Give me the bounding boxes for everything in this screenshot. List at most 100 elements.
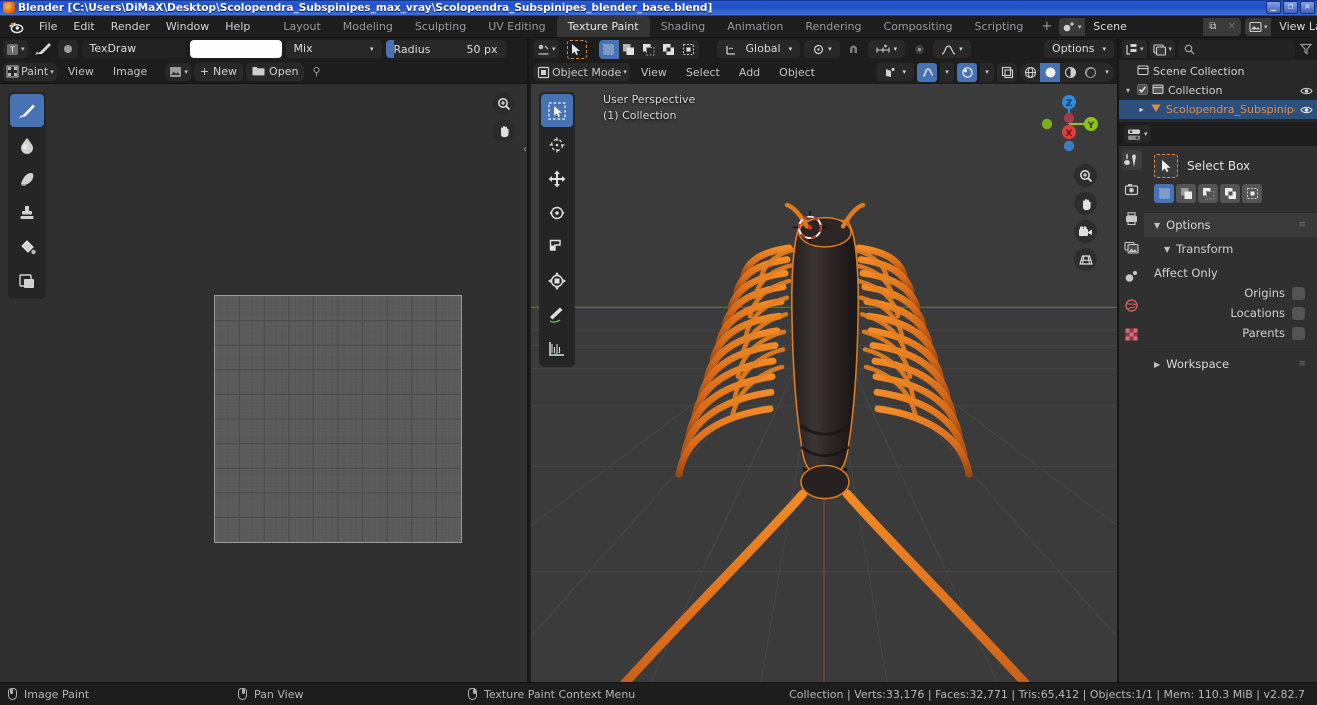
open-image-button[interactable]: Open	[246, 62, 305, 81]
move-tool[interactable]	[541, 162, 573, 195]
soften-tool[interactable]	[10, 128, 44, 161]
rendered-shading-button[interactable]	[1080, 63, 1100, 82]
scene-selector[interactable]: ▾ Scene ⧉ ✕	[1059, 17, 1242, 36]
gizmo-toggle-button[interactable]	[957, 62, 977, 82]
add-workspace-button[interactable]: +	[1034, 17, 1059, 36]
scene-icon[interactable]: ▾	[1059, 17, 1086, 36]
xray-toggle-button[interactable]	[917, 62, 937, 82]
fill-tool[interactable]	[10, 230, 44, 263]
visibility-dropdown[interactable]: ▾	[876, 63, 914, 81]
scene-tab[interactable]	[1122, 266, 1142, 286]
options-panel-header[interactable]: ▼ Options ≡	[1144, 212, 1317, 237]
rotate-tool[interactable]	[541, 196, 573, 229]
workspace-tab-rendering[interactable]: Rendering	[794, 16, 872, 37]
remove-scene-button[interactable]: ✕	[1222, 17, 1242, 36]
outliner-display-mode[interactable]: ▾	[1149, 40, 1176, 58]
camera-icon[interactable]	[1074, 220, 1097, 243]
collection-checkbox[interactable]	[1137, 83, 1148, 98]
workspace-tab-animation[interactable]: Animation	[716, 16, 794, 37]
viewport-menu-object[interactable]: Object	[771, 63, 823, 82]
mask-tool[interactable]	[10, 264, 44, 297]
transform-tool[interactable]	[541, 264, 573, 297]
workspace-tab-sculpting[interactable]: Sculpting	[404, 16, 477, 37]
blender-logo-icon[interactable]	[8, 19, 24, 35]
select-box-tool[interactable]	[541, 94, 573, 127]
wireframe-shading-button[interactable]	[1020, 63, 1040, 82]
disclosure-triangle-icon[interactable]: ▾	[1123, 86, 1133, 95]
maximize-button[interactable]: ❐	[1283, 1, 1298, 14]
locations-checkbox-row[interactable]: Locations	[1144, 303, 1317, 323]
material-preview-button[interactable]	[1060, 63, 1080, 82]
workspace-tab-compositing[interactable]: Compositing	[873, 16, 964, 37]
menu-edit[interactable]: Edit	[65, 17, 102, 36]
blend-mode-dropdown[interactable]: Mix ▾	[285, 40, 382, 58]
outliner-search-input[interactable]	[1178, 40, 1295, 58]
select-intersect-button[interactable]	[679, 40, 699, 59]
clone-tool[interactable]	[10, 196, 44, 229]
select-intersect-button[interactable]	[1242, 184, 1262, 203]
pan-icon[interactable]	[492, 119, 515, 142]
cursor-tool[interactable]	[541, 128, 573, 161]
tool-tab[interactable]	[1121, 150, 1142, 170]
view-layer-name[interactable]: View Layer	[1271, 17, 1317, 36]
solid-shading-button[interactable]	[1040, 62, 1060, 82]
select-extend-button[interactable]	[619, 40, 639, 59]
transform-orientation-dropdown[interactable]: Global ▾	[716, 40, 801, 58]
select-set-button[interactable]	[598, 39, 619, 59]
workspace-tab-modeling[interactable]: Modeling	[332, 16, 404, 37]
workspace-tab-layout[interactable]: Layout	[272, 16, 331, 37]
menu-help[interactable]: Help	[217, 17, 258, 36]
outliner-editor-type[interactable]: ▾	[1122, 40, 1147, 58]
image-editor-sidebar-toggle[interactable]: ‹	[523, 144, 527, 155]
pivot-point-dropdown[interactable]: ▾	[804, 40, 840, 58]
menu-file[interactable]: File	[31, 17, 65, 36]
filter-icon[interactable]	[1298, 43, 1314, 55]
proportional-edit-icon[interactable]	[909, 40, 929, 59]
workspace-tab-scripting[interactable]: Scripting	[963, 16, 1034, 37]
view-layer-tab[interactable]	[1122, 237, 1142, 257]
ortho-grid-icon[interactable]	[1074, 248, 1097, 271]
properties-editor-type[interactable]: ▾	[1124, 125, 1151, 143]
zoom-icon[interactable]	[492, 92, 515, 115]
falloff-dropdown[interactable]: ▾	[933, 40, 971, 58]
object-mode-selector[interactable]: Object Mode ▾	[534, 63, 630, 81]
transform-subpanel-header[interactable]: ▼ Transform	[1144, 237, 1317, 261]
workspace-tab-uv-editing[interactable]: UV Editing	[477, 16, 556, 37]
brush-datablock-icon[interactable]	[57, 40, 78, 58]
parents-checkbox-row[interactable]: Parents	[1144, 323, 1317, 343]
output-tab[interactable]	[1122, 208, 1142, 228]
workspace-panel-header[interactable]: ▶ Workspace ≡	[1144, 351, 1317, 376]
measure-tool[interactable]	[541, 332, 573, 365]
close-button[interactable]: ✕	[1300, 1, 1315, 14]
world-tab[interactable]	[1122, 295, 1142, 315]
navigation-gizmo[interactable]: Z Y X	[1035, 90, 1103, 158]
outliner-row-object[interactable]: ▸ Scolopendra_Subspinipes	[1119, 100, 1317, 119]
menu-render[interactable]: Render	[103, 17, 158, 36]
select-invert-button[interactable]	[659, 40, 679, 59]
texture-tab[interactable]	[1122, 324, 1142, 344]
zoom-icon[interactable]	[1074, 164, 1097, 187]
origins-checkbox-row[interactable]: Origins	[1144, 283, 1317, 303]
uv-image-grid[interactable]	[214, 295, 462, 543]
snap-settings-dropdown[interactable]: ▾	[867, 40, 906, 58]
menu-window[interactable]: Window	[158, 17, 217, 36]
editor-type-selector[interactable]: T ▾	[3, 40, 28, 58]
paint-mode-selector[interactable]: Paint ▾	[3, 62, 57, 81]
select-set-button[interactable]	[1154, 184, 1174, 203]
active-tool-indicator[interactable]	[566, 39, 587, 59]
outliner-tree[interactable]: Scene Collection ▾ Collection ▸ Scolopen…	[1119, 60, 1317, 122]
viewport-3d-canvas[interactable]: User Perspective (1) Collection Z Y X	[531, 84, 1117, 682]
image-editor-menu-image[interactable]: Image	[105, 62, 155, 81]
disclosure-triangle-icon[interactable]: ▸	[1137, 105, 1146, 114]
viewport-menu-view[interactable]: View	[633, 63, 675, 82]
shading-expand-icon[interactable]: ▾	[1100, 63, 1114, 82]
select-invert-button[interactable]	[1220, 184, 1240, 203]
brush-color-swatch[interactable]	[189, 40, 282, 58]
view-layer-selector[interactable]: ▾ View Layer ⧉ ✕	[1245, 17, 1317, 36]
viewport-options-dropdown[interactable]: Options ▾	[1044, 40, 1114, 58]
locations-checkbox[interactable]	[1292, 306, 1305, 320]
overlays-toggle-button[interactable]	[997, 62, 1017, 82]
image-datablock-selector[interactable]: ▾	[166, 62, 191, 81]
render-tab[interactable]	[1122, 179, 1142, 199]
viewport-menu-add[interactable]: Add	[731, 63, 768, 82]
